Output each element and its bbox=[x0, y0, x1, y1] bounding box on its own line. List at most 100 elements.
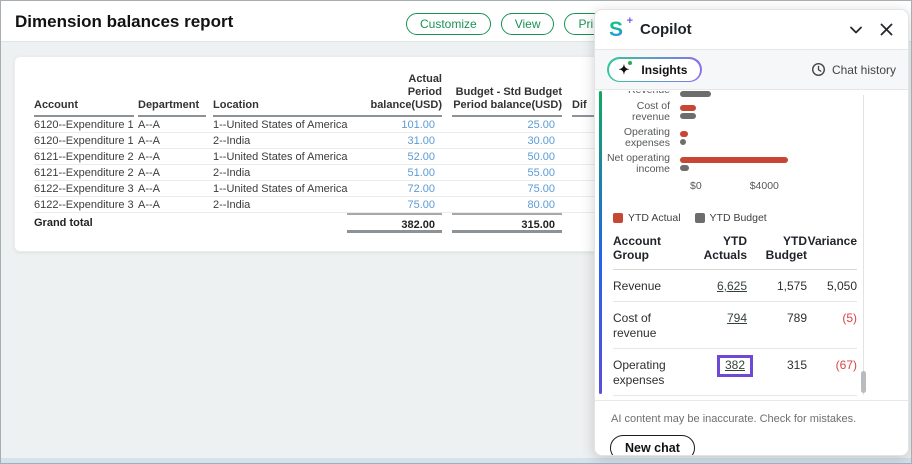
page-title: Dimension balances report bbox=[15, 12, 233, 32]
app-window: Dimension balances report Customize View… bbox=[0, 0, 912, 464]
insights-button[interactable]: ✦ Insights bbox=[607, 57, 702, 82]
new-chat-button[interactable]: New chat bbox=[610, 435, 695, 456]
chart-bar-ytd-actual bbox=[680, 157, 788, 163]
chart-bars bbox=[680, 157, 788, 171]
sage-copilot-logo-icon: S + bbox=[609, 18, 631, 42]
cell-location: 2--India bbox=[213, 197, 357, 213]
table-row: 6122--Expenditure 3A--A 1--United States … bbox=[34, 181, 674, 197]
column-header-budget-period-balance[interactable]: Budget - Std BudgetPeriod balance(USD) bbox=[452, 86, 562, 117]
cell-department: A--A bbox=[138, 133, 206, 149]
copilot-footer: AI content may be inaccurate. Check for … bbox=[595, 400, 909, 456]
header-ytd-actuals: YTD Actuals bbox=[695, 234, 747, 262]
chart-bars bbox=[680, 91, 811, 97]
table-row: 6121--Expenditure 2A--A2--India51.0055.0… bbox=[34, 165, 674, 181]
chart-category-label: Revenue bbox=[605, 91, 670, 96]
column-header-location[interactable]: Location bbox=[213, 99, 357, 117]
chevron-down-icon bbox=[848, 22, 864, 38]
actual-balance-link[interactable]: 101.00 bbox=[401, 119, 435, 131]
ytd-actuals-link[interactable]: 794 bbox=[727, 311, 747, 325]
copilot-title: Copilot bbox=[640, 21, 692, 38]
budget-balance-link[interactable]: 25.00 bbox=[527, 119, 555, 131]
cell-department: A--A bbox=[138, 181, 206, 197]
actual-balance-link[interactable]: 52.00 bbox=[407, 151, 435, 163]
chart-bar-ytd-budget bbox=[680, 165, 689, 171]
copilot-table-header: Account Group YTD Actuals YTD Budget Var… bbox=[613, 234, 857, 270]
cell-account-group: Operating expenses bbox=[613, 358, 695, 388]
legend-swatch bbox=[613, 213, 623, 223]
cell-account: 6120--Expenditure 1 bbox=[34, 117, 134, 133]
chart-category-label: Net operating income bbox=[605, 153, 670, 175]
cell-budget-balance: 50.00 bbox=[452, 149, 562, 165]
column-header-actual-period-balance[interactable]: ActualPeriod balance(USD) bbox=[347, 73, 442, 117]
chart-legend: YTD ActualYTD Budget bbox=[613, 212, 909, 224]
table-header-row: Account Department Location ActualPeriod… bbox=[34, 83, 674, 117]
cell-actual-balance: 72.00 bbox=[347, 181, 442, 197]
cell-account: 6122--Expenditure 3 bbox=[34, 197, 134, 213]
copilot-panel: S + Copilot ✦ Insights bbox=[594, 9, 909, 456]
x-tick-0: $0 bbox=[690, 180, 702, 192]
view-button[interactable]: View bbox=[501, 13, 555, 35]
chart-category-label: Cost of revenue bbox=[605, 101, 670, 123]
grand-total-actual: 382.00 bbox=[347, 213, 442, 233]
cell-location: 1--United States of America bbox=[213, 149, 357, 165]
cell-department: A--A bbox=[138, 197, 206, 213]
chart-bars bbox=[680, 105, 696, 119]
header-account-group: Account Group bbox=[613, 234, 695, 262]
collapse-panel-button[interactable] bbox=[848, 22, 864, 38]
chat-history-button[interactable]: Chat history bbox=[811, 62, 896, 77]
chart-category-label: Operating expenses bbox=[605, 127, 670, 149]
cell-ytd-budget: 315 bbox=[747, 358, 807, 373]
cell-account: 6120--Expenditure 1 bbox=[34, 133, 134, 149]
cell-location: 2--India bbox=[213, 165, 357, 181]
cell-budget-balance: 80.00 bbox=[452, 197, 562, 213]
window-bottom-edge bbox=[1, 458, 912, 463]
column-header-account[interactable]: Account bbox=[34, 99, 134, 117]
legend-item: YTD Budget bbox=[695, 212, 767, 224]
cell-ytd-budget: 1,575 bbox=[747, 279, 807, 294]
scrollbar-thumb[interactable] bbox=[861, 371, 866, 393]
scrollbar-track[interactable] bbox=[863, 95, 864, 395]
x-tick-4000: $4000 bbox=[750, 180, 779, 192]
ytd-actuals-link[interactable]: 6,625 bbox=[717, 279, 747, 293]
cell-actual-balance: 75.00 bbox=[347, 197, 442, 213]
chart-bar-ytd-budget bbox=[680, 91, 711, 97]
actual-balance-link[interactable]: 51.00 bbox=[407, 167, 435, 179]
table-row: 6122--Expenditure 3A--A 2--India 75.00 80.0… bbox=[34, 197, 674, 213]
copilot-summary-table: Account Group YTD Actuals YTD Budget Var… bbox=[613, 234, 857, 400]
budget-balance-link[interactable]: 30.00 bbox=[527, 135, 555, 147]
cell-actual-balance: 51.00 bbox=[347, 165, 442, 181]
grand-total-label: Grand total bbox=[34, 213, 134, 233]
copilot-response-area: Revenue Cost of revenue Operating expenses… bbox=[595, 91, 909, 400]
ai-disclaimer: AI content may be inaccurate. Check for … bbox=[595, 401, 909, 425]
budget-balance-link[interactable]: 55.00 bbox=[527, 167, 555, 179]
chart-bar-ytd-actual bbox=[680, 105, 696, 111]
table-row: 6120--Expenditure 1A--A 2--India 31.00 30.0… bbox=[34, 133, 674, 149]
column-header-department[interactable]: Department bbox=[138, 99, 206, 117]
copilot-table-row: Cost of revenue794789(5) bbox=[613, 302, 857, 349]
budget-balance-link[interactable]: 50.00 bbox=[527, 151, 555, 163]
budget-balance-link[interactable]: 80.00 bbox=[527, 199, 555, 211]
actual-balance-link[interactable]: 72.00 bbox=[407, 183, 435, 195]
cell-variance: 5,050 bbox=[807, 279, 857, 294]
copilot-gradient-bar bbox=[599, 91, 602, 394]
chart-bars bbox=[680, 131, 688, 145]
actual-balance-link[interactable]: 31.00 bbox=[407, 135, 435, 147]
cell-location: 1--United States of America bbox=[213, 181, 357, 197]
budget-balance-link[interactable]: 75.00 bbox=[527, 183, 555, 195]
actual-balance-link[interactable]: 75.00 bbox=[407, 199, 435, 211]
cell-location: 2--India bbox=[213, 133, 357, 149]
chart-bar-ytd-budget bbox=[680, 113, 696, 119]
copilot-table-body: Revenue6,6251,5755,050Cost of revenue794… bbox=[613, 270, 857, 400]
cell-location: 1--United States of America bbox=[213, 117, 357, 133]
chart-bar-ytd-budget bbox=[680, 139, 686, 145]
customize-button[interactable]: Customize bbox=[406, 13, 491, 35]
ytd-actuals-link[interactable]: 382 bbox=[725, 358, 745, 372]
close-panel-button[interactable] bbox=[879, 22, 894, 37]
cell-budget-balance: 75.00 bbox=[452, 181, 562, 197]
copilot-table-row: Operating expenses382315(67) bbox=[613, 349, 857, 396]
table-row: 6121--Expenditure 2A--A1--United States … bbox=[34, 149, 674, 165]
copilot-toolbar: ✦ Insights Chat history bbox=[595, 50, 908, 90]
cell-budget-balance: 30.00 bbox=[452, 133, 562, 149]
cell-department: A--A bbox=[138, 165, 206, 181]
cell-account: 6122--Expenditure 3 bbox=[34, 181, 134, 197]
